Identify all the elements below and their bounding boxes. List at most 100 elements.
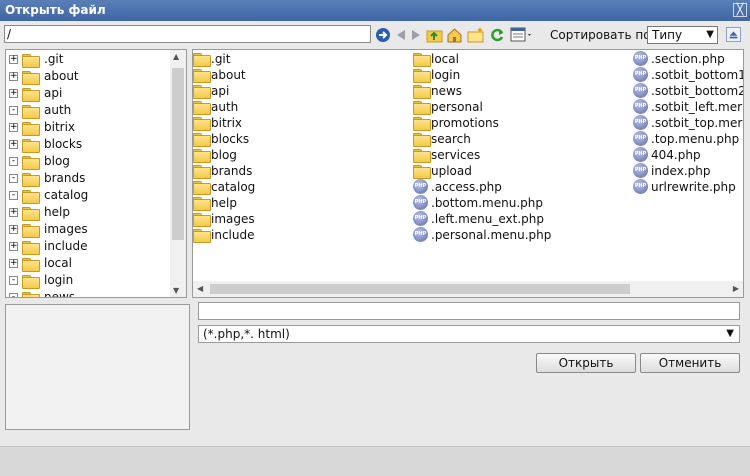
scroll-right-icon[interactable]: ▶ [733,284,739,293]
folder-icon [22,224,40,238]
close-icon[interactable]: ╳ [733,3,747,17]
folder-item[interactable]: login [413,67,623,83]
scroll-thumb[interactable] [172,68,184,240]
folder-item[interactable]: brands [193,163,393,179]
file-item[interactable]: PHP .sotbit_bottom1 [633,67,743,83]
folder-item[interactable]: bitrix [193,115,393,131]
tree-item[interactable]: + .git [6,51,171,68]
folder-up-icon[interactable] [426,26,443,44]
folder-item[interactable]: services [413,147,623,163]
tree-item[interactable]: + blocks [6,136,171,153]
folder-icon [22,292,40,297]
forward-arrow-icon[interactable] [410,26,422,44]
file-item[interactable]: PHP .sotbit_left.mer [633,99,743,115]
folder-item[interactable]: search [413,131,623,147]
tree-item[interactable]: - news [6,289,171,297]
collapse-icon[interactable]: - [9,191,18,200]
collapse-icon[interactable]: - [9,293,18,297]
folder-icon [413,53,431,67]
folder-item[interactable]: blocks [193,131,393,147]
cancel-button[interactable]: Отменить [640,353,740,373]
expand-icon[interactable]: + [9,55,18,64]
file-item[interactable]: PHP .access.php [413,179,623,195]
tree-scrollbar[interactable]: ▲ ▼ [170,50,186,297]
expand-icon[interactable]: + [9,89,18,98]
collapse-icon[interactable]: - [9,106,18,115]
tree-item[interactable]: + include [6,238,171,255]
expand-icon[interactable]: + [9,123,18,132]
view-mode-icon[interactable] [510,26,534,44]
file-item[interactable]: PHP .sotbit_top.mer [633,115,743,131]
file-item[interactable]: PHP .section.php [633,51,743,67]
sort-direction-icon[interactable] [726,27,741,42]
folder-item[interactable]: news [413,83,623,99]
tree-item[interactable]: + help [6,204,171,221]
folder-item[interactable]: include [193,227,393,243]
collapse-icon[interactable]: - [9,157,18,166]
filename-input[interactable] [198,302,740,320]
file-item[interactable]: PHP .left.menu_ext.php [413,211,623,227]
file-list[interactable]: ◀ ▶ .git about api auth bitrix blocks blog bran… [192,49,744,298]
collapse-icon[interactable]: - [9,276,18,285]
expand-icon[interactable]: + [9,208,18,217]
expand-icon[interactable]: + [9,225,18,234]
home-folder-icon[interactable] [446,26,463,44]
file-item[interactable]: PHP .bottom.menu.php [413,195,623,211]
tree-item[interactable]: - auth [6,102,171,119]
php-file-icon: PHP [413,195,428,210]
tree-item[interactable]: - blog [6,153,171,170]
file-type-filter[interactable]: (*.php,*. html) ▼ [198,325,740,343]
folder-item[interactable]: api [193,83,393,99]
folder-item[interactable]: help [193,195,393,211]
folder-item[interactable]: local [413,51,623,67]
folder-item[interactable]: upload [413,163,623,179]
folder-item[interactable]: promotions [413,115,623,131]
file-item[interactable]: PHP .personal.menu.php [413,227,623,243]
file-name: services [431,148,481,162]
path-input[interactable]: / [4,25,371,43]
file-item[interactable]: PHP urlrewrite.php [633,179,743,195]
folder-icon [413,117,431,131]
folder-item[interactable]: blog [193,147,393,163]
file-name: index.php [651,164,711,178]
expand-icon[interactable]: + [9,72,18,81]
tree-item-label: blog [44,154,70,168]
tree-item[interactable]: + images [6,221,171,238]
php-file-icon: PHP [413,179,428,194]
sort-select[interactable]: Типу ▼ [647,26,718,44]
folder-tree[interactable]: ▲ ▼ + .git + about + api - auth + bitrix + blocks - b… [5,49,187,298]
file-item[interactable]: PHP .sotbit_bottom2 [633,83,743,99]
folder-item[interactable]: images [193,211,393,227]
scroll-thumb[interactable] [210,284,630,294]
go-arrow-icon[interactable] [375,26,392,44]
refresh-icon[interactable] [489,26,506,44]
file-item[interactable]: PHP .top.menu.php [633,131,743,147]
folder-item[interactable]: personal [413,99,623,115]
tree-item[interactable]: + bitrix [6,119,171,136]
collapse-icon[interactable]: - [9,174,18,183]
folder-item[interactable]: auth [193,99,393,115]
scroll-left-icon[interactable]: ◀ [197,284,203,293]
folder-item[interactable]: catalog [193,179,393,195]
back-arrow-icon[interactable] [395,26,407,44]
tree-item[interactable]: - brands [6,170,171,187]
new-folder-icon[interactable] [467,26,485,44]
tree-item-label: api [44,86,63,100]
file-list-scrollbar[interactable]: ◀ ▶ [193,281,743,297]
scroll-up-icon[interactable]: ▲ [173,52,179,61]
expand-icon[interactable]: + [9,140,18,149]
tree-item[interactable]: + local [6,255,171,272]
folder-item[interactable]: .git [193,51,393,67]
folder-item[interactable]: about [193,67,393,83]
expand-icon[interactable]: + [9,259,18,268]
open-button[interactable]: Открыть [536,353,636,373]
tree-item[interactable]: + api [6,85,171,102]
scroll-down-icon[interactable]: ▼ [173,286,179,295]
tree-item[interactable]: - login [6,272,171,289]
file-item[interactable]: PHP 404.php [633,147,743,163]
tree-item-label: about [44,69,79,83]
file-item[interactable]: PHP index.php [633,163,743,179]
tree-item[interactable]: + about [6,68,171,85]
tree-item[interactable]: - catalog [6,187,171,204]
expand-icon[interactable]: + [9,242,18,251]
